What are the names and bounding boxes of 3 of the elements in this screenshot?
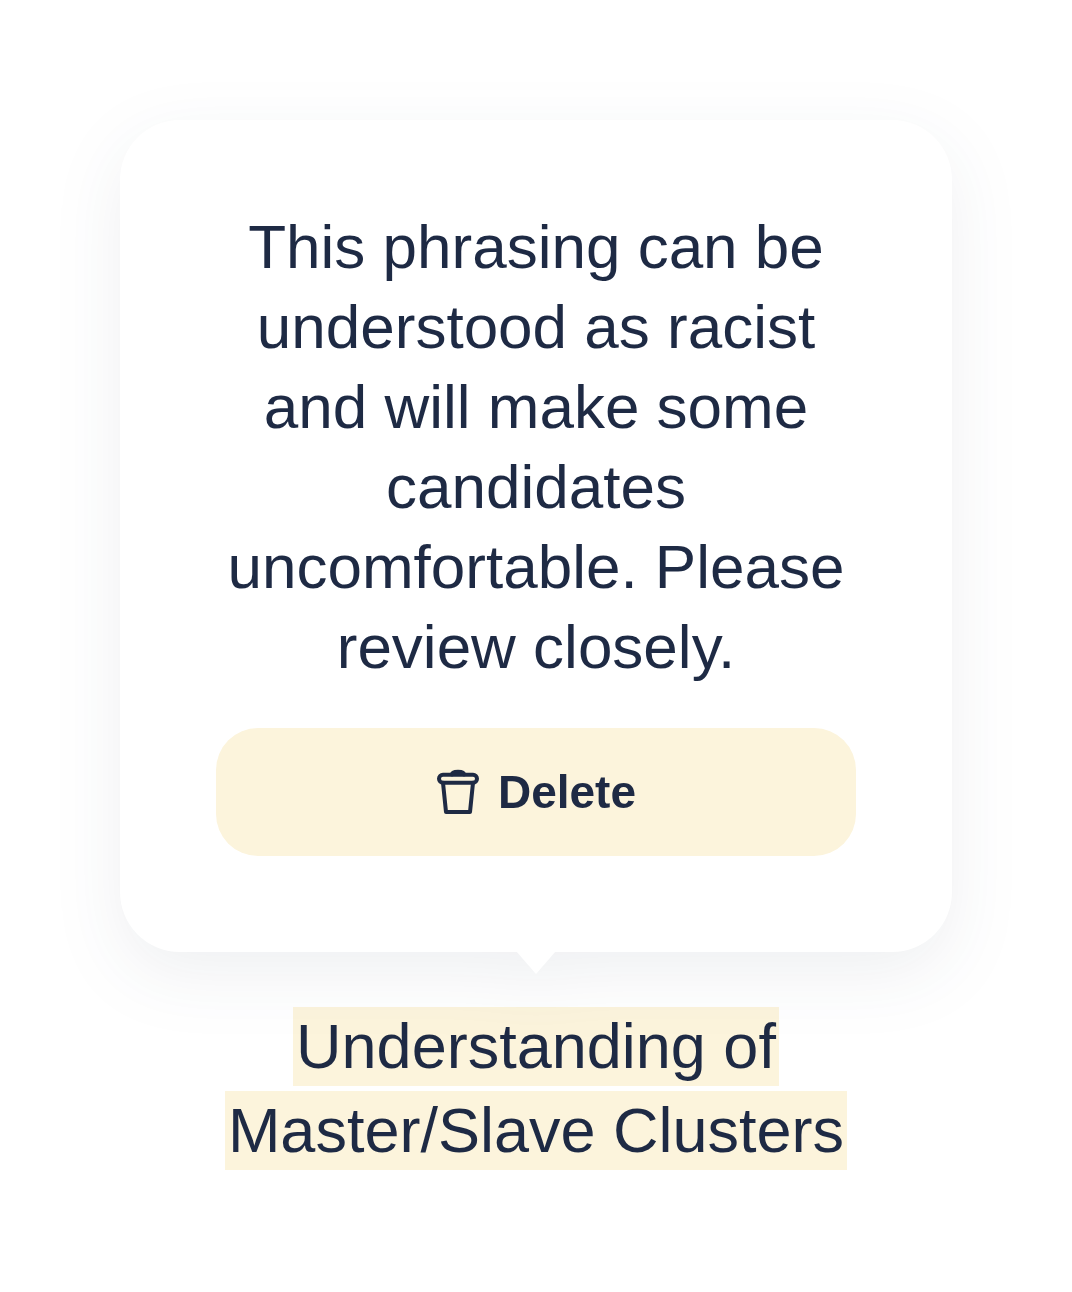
trash-icon — [435, 768, 480, 816]
delete-button[interactable]: Delete — [216, 728, 856, 856]
warning-message: This phrasing can be understood as racist and will make some candidates uncomfortable. Please review closely. — [226, 211, 846, 683]
